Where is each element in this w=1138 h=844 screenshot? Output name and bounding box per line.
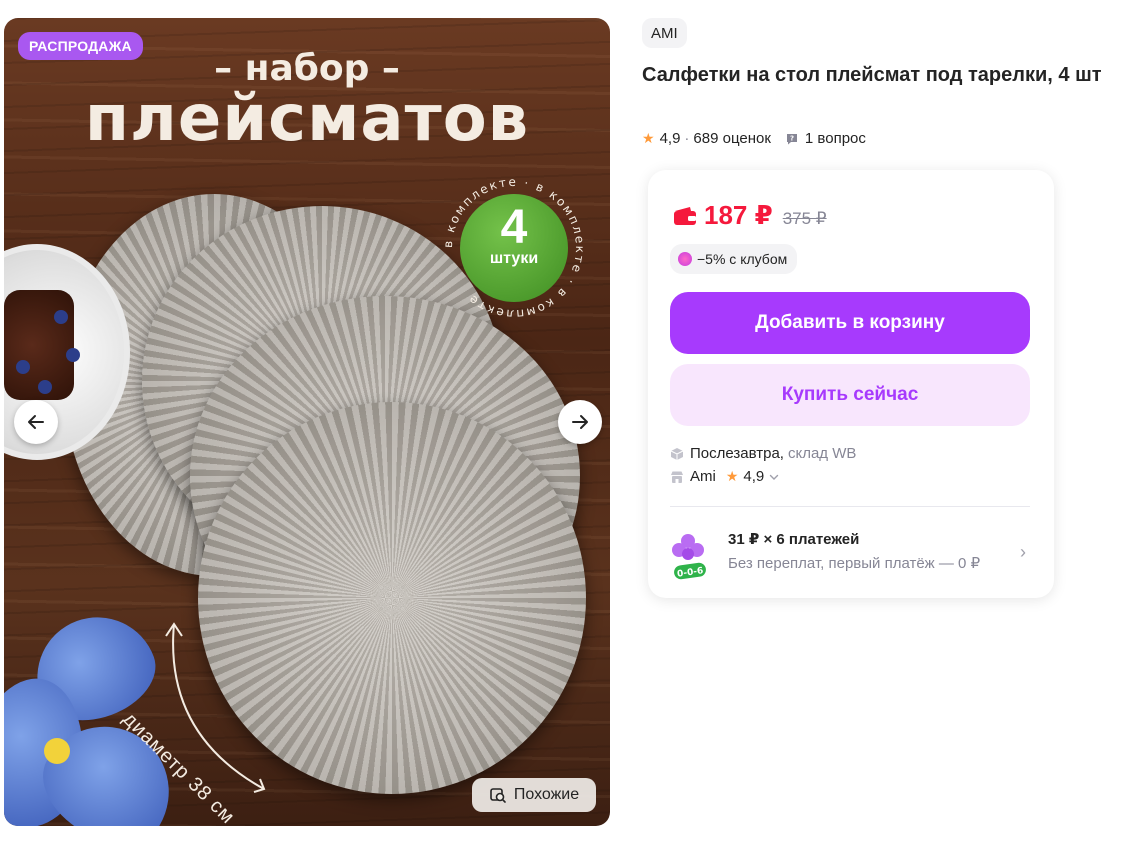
buy-card: 187 ₽ 375 ₽ −5% с клубом Добавить в корз… — [648, 170, 1054, 598]
blueberry-image — [16, 360, 30, 374]
old-price: 375 ₽ — [782, 209, 827, 228]
club-discount-label: −5% с клубом — [697, 251, 788, 267]
club-icon — [678, 252, 692, 266]
rating-row: ★ 4,9 · 689 оценок ? 1 вопрос — [642, 130, 866, 147]
delivery-day: Послезавтра, — [690, 445, 784, 462]
separator-dot: · — [684, 130, 690, 147]
box-icon — [670, 447, 684, 460]
buy-now-button[interactable]: Купить сейчас — [670, 364, 1030, 426]
svg-text:?: ? — [790, 134, 794, 142]
delivery-info: Послезавтра, склад WB — [670, 445, 856, 462]
star-icon: ★ — [642, 130, 655, 146]
star-icon: ★ — [725, 468, 739, 484]
chevron-down-icon — [770, 474, 779, 480]
product-title: Салфетки на стол плейсмат под тарелки, 4… — [642, 64, 1102, 86]
blueberry-image — [38, 380, 52, 394]
question-bubble-icon: ? — [786, 133, 797, 144]
reviews-link[interactable]: 689 оценок — [693, 130, 771, 147]
promo-title: плейсматов — [84, 82, 530, 156]
gallery-prev-button[interactable] — [14, 400, 58, 444]
seller-name[interactable]: Ami — [690, 468, 716, 485]
arrow-left-icon — [28, 415, 44, 429]
set-count-number: 4 — [500, 201, 528, 254]
blueberry-image — [66, 348, 80, 362]
brand-link[interactable]: AMI — [642, 18, 687, 48]
shop-icon — [671, 471, 683, 483]
divider — [670, 506, 1030, 507]
blueberry-image — [54, 310, 68, 324]
similar-search-icon — [490, 788, 506, 803]
similar-button[interactable]: Похожие — [472, 778, 596, 812]
gallery-next-button[interactable] — [558, 400, 602, 444]
installment-subtitle: Без переплат, первый платёж — 0 ₽ — [728, 555, 981, 572]
installment-title: 31 ₽ × 6 платежей — [728, 531, 860, 548]
delivery-stock: склад WB — [787, 445, 857, 462]
set-count-unit: штуки — [489, 250, 539, 267]
questions-link[interactable]: 1 вопрос — [805, 130, 866, 147]
set-count-badge: 4 штуки — [460, 194, 568, 302]
add-to-cart-button[interactable]: Добавить в корзину — [670, 292, 1030, 354]
installment-logo-icon: 0-0-6 — [672, 534, 706, 580]
similar-label: Похожие — [513, 786, 580, 803]
seller-info[interactable]: Ami ★ 4,9 — [670, 468, 780, 485]
seller-rating: 4,9 — [743, 468, 765, 485]
wallet-icon — [674, 206, 696, 225]
product-image-gallery[interactable]: РАСПРОДАЖА – набор – плейсматов в компле… — [4, 18, 610, 826]
arrow-right-icon — [572, 415, 588, 429]
chevron-right-icon: › — [1020, 542, 1026, 562]
current-price: 187 ₽ — [704, 200, 773, 230]
rating-value[interactable]: 4,9 — [660, 130, 681, 147]
club-discount-chip[interactable]: −5% с клубом — [670, 244, 798, 274]
price-row: 187 ₽ 375 ₽ — [672, 200, 827, 231]
installment-offer[interactable]: 0-0-6 31 ₽ × 6 платежей Без переплат, пе… — [668, 524, 1032, 584]
